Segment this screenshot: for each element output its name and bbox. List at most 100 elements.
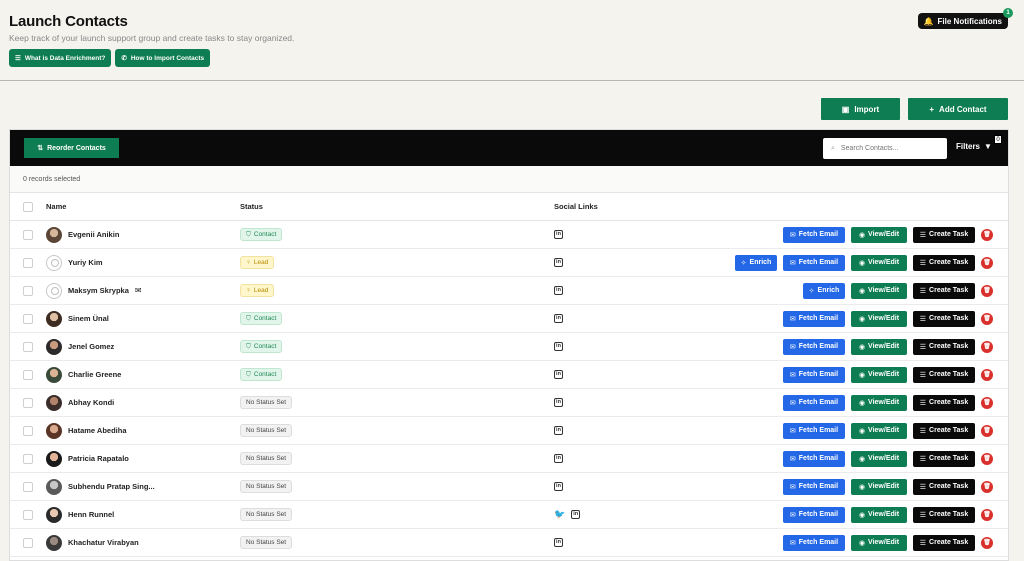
- row-checkbox[interactable]: [23, 453, 33, 464]
- status-badge[interactable]: No Status Set: [240, 452, 293, 465]
- import-help-button[interactable]: ✆ How to Import Contacts: [115, 49, 211, 67]
- twitter-icon[interactable]: 🐦: [554, 509, 565, 520]
- delete-button[interactable]: 🗑: [981, 424, 993, 437]
- create-task-button[interactable]: ☰ Create Task: [913, 422, 975, 439]
- delete-button[interactable]: 🗑: [981, 508, 993, 521]
- table-row[interactable]: Hatame Abediha No Status Set in ✉ Fetch E…: [10, 417, 1008, 445]
- view-edit-button[interactable]: ◉ View/Edit: [851, 366, 907, 383]
- table-row[interactable]: Henn Runnel No Status Set 🐦 in ✉ Fetch Ema…: [10, 501, 1008, 529]
- create-task-button[interactable]: ☰ Create Task: [913, 394, 975, 411]
- contact-name-cell[interactable]: Patricia Rapatalo: [46, 450, 240, 467]
- linkedin-icon[interactable]: in: [554, 230, 563, 239]
- row-checkbox[interactable]: [23, 257, 33, 268]
- row-checkbox[interactable]: [23, 229, 33, 240]
- row-checkbox[interactable]: [23, 369, 33, 380]
- row-checkbox[interactable]: [23, 341, 33, 352]
- status-badge[interactable]: ⛉ Contact: [240, 368, 283, 381]
- create-task-button[interactable]: ☰ Create Task: [913, 282, 975, 299]
- status-badge[interactable]: ⛉ Contact: [240, 228, 283, 241]
- linkedin-icon[interactable]: in: [554, 482, 563, 491]
- view-edit-button[interactable]: ◉ View/Edit: [851, 478, 907, 495]
- row-checkbox[interactable]: [23, 425, 33, 436]
- table-row[interactable]: Jenel Gomez ⛉ Contact in ✉ Fetch Email ◉ Vi…: [10, 333, 1008, 361]
- delete-button[interactable]: 🗑: [981, 480, 993, 493]
- table-row[interactable]: Khachatur Virabyan No Status Set in ✉ Fet…: [10, 529, 1008, 557]
- row-checkbox[interactable]: [23, 537, 33, 548]
- fetch-email-button[interactable]: ✉ Fetch Email: [783, 506, 845, 523]
- table-row[interactable]: Abhay Kondi No Status Set in ✉ Fetch Emai…: [10, 389, 1008, 417]
- view-edit-button[interactable]: ◉ View/Edit: [851, 422, 907, 439]
- delete-button[interactable]: 🗑: [981, 396, 993, 409]
- search-input[interactable]: [840, 145, 931, 152]
- row-checkbox[interactable]: [23, 397, 33, 408]
- linkedin-icon[interactable]: in: [554, 426, 563, 435]
- file-notifications-button[interactable]: 🔔 File Notifications 1: [917, 8, 1013, 29]
- table-row[interactable]: Subhendu Pratap Sing... No Status Set in…: [10, 473, 1008, 501]
- delete-button[interactable]: 🗑: [981, 228, 993, 241]
- contact-name-cell[interactable]: Yuriy Kim: [46, 254, 240, 271]
- fetch-email-button[interactable]: ✉ Fetch Email: [783, 450, 845, 467]
- table-row[interactable]: Yuriy Kim ♀ Lead in ✧ Enrich ✉ Fetch Email ◉…: [10, 249, 1008, 277]
- linkedin-icon[interactable]: in: [554, 342, 563, 351]
- create-task-button[interactable]: ☰ Create Task: [913, 254, 975, 271]
- table-row[interactable]: Sinem Ünal ⛉ Contact in ✉ Fetch Email ◉ Vie…: [10, 305, 1008, 333]
- status-badge[interactable]: ⛉ Contact: [240, 340, 283, 353]
- delete-button[interactable]: 🗑: [981, 312, 993, 325]
- fetch-email-button[interactable]: ✉ Fetch Email: [783, 366, 845, 383]
- status-badge[interactable]: ♀ Lead: [240, 284, 275, 297]
- create-task-button[interactable]: ☰ Create Task: [913, 478, 975, 495]
- contact-name-cell[interactable]: Jenel Gomez: [46, 338, 240, 355]
- import-button[interactable]: ▣ Import: [821, 98, 900, 120]
- linkedin-icon[interactable]: in: [554, 370, 563, 379]
- reorder-contacts-button[interactable]: ⇅ Reorder Contacts: [24, 138, 119, 158]
- create-task-button[interactable]: ☰ Create Task: [913, 338, 975, 355]
- view-edit-button[interactable]: ◉ View/Edit: [851, 282, 907, 299]
- contact-name-cell[interactable]: Abhay Kondi: [46, 394, 240, 411]
- linkedin-icon[interactable]: in: [571, 510, 581, 519]
- status-badge[interactable]: No Status Set: [240, 480, 293, 493]
- contact-name-cell[interactable]: Henn Runnel: [46, 506, 240, 523]
- create-task-button[interactable]: ☰ Create Task: [913, 534, 975, 551]
- contact-name-cell[interactable]: Subhendu Pratap Sing...: [46, 478, 240, 495]
- add-contact-button[interactable]: + Add Contact: [908, 98, 1008, 120]
- view-edit-button[interactable]: ◉ View/Edit: [851, 534, 907, 551]
- create-task-button[interactable]: ☰ Create Task: [913, 366, 975, 383]
- create-task-button[interactable]: ☰ Create Task: [913, 450, 975, 467]
- view-edit-button[interactable]: ◉ View/Edit: [851, 506, 907, 523]
- linkedin-icon[interactable]: in: [554, 314, 563, 323]
- linkedin-icon[interactable]: in: [554, 538, 563, 547]
- fetch-email-button[interactable]: ✉ Fetch Email: [783, 478, 845, 495]
- status-badge[interactable]: No Status Set: [240, 536, 293, 549]
- row-checkbox[interactable]: [23, 285, 33, 296]
- contact-name-cell[interactable]: Khachatur Virabyan: [46, 534, 240, 551]
- contact-name-cell[interactable]: Hatame Abediha: [46, 422, 240, 439]
- status-badge[interactable]: No Status Set: [240, 424, 293, 437]
- table-row[interactable]: Evgenii Anikin ⛉ Contact in ✉ Fetch Email…: [10, 221, 1008, 249]
- linkedin-icon[interactable]: in: [554, 258, 563, 267]
- status-badge[interactable]: ⛉ Contact: [240, 312, 283, 325]
- delete-button[interactable]: 🗑: [981, 368, 993, 381]
- status-badge[interactable]: ♀ Lead: [240, 256, 275, 269]
- view-edit-button[interactable]: ◉ View/Edit: [851, 226, 907, 243]
- select-all-checkbox[interactable]: [23, 201, 33, 212]
- fetch-email-button[interactable]: ✉ Fetch Email: [783, 534, 845, 551]
- linkedin-icon[interactable]: in: [554, 398, 563, 407]
- delete-button[interactable]: 🗑: [981, 340, 993, 353]
- contact-name-cell[interactable]: Sinem Ünal: [46, 310, 240, 327]
- data-enrichment-help-button[interactable]: ☰ What is Data Enrichment?: [9, 49, 112, 67]
- view-edit-button[interactable]: ◉ View/Edit: [851, 254, 907, 271]
- enrich-button[interactable]: ✧ Enrich: [735, 254, 777, 271]
- view-edit-button[interactable]: ◉ View/Edit: [851, 450, 907, 467]
- create-task-button[interactable]: ☰ Create Task: [913, 506, 975, 523]
- delete-button[interactable]: 🗑: [981, 256, 993, 269]
- view-edit-button[interactable]: ◉ View/Edit: [851, 394, 907, 411]
- contact-name-cell[interactable]: Evgenii Anikin: [46, 226, 240, 243]
- fetch-email-button[interactable]: ✉ Fetch Email: [783, 254, 845, 271]
- status-badge[interactable]: No Status Set: [240, 396, 293, 409]
- create-task-button[interactable]: ☰ Create Task: [913, 226, 975, 243]
- filters-button[interactable]: Filters ▼: [956, 142, 992, 151]
- table-row[interactable]: Maksym Skrypka ✉ ♀ Lead in ✧ Enrich ◉ View/…: [10, 277, 1008, 305]
- create-task-button[interactable]: ☰ Create Task: [913, 310, 975, 327]
- view-edit-button[interactable]: ◉ View/Edit: [851, 310, 907, 327]
- enrich-button[interactable]: ✧ Enrich: [803, 282, 845, 299]
